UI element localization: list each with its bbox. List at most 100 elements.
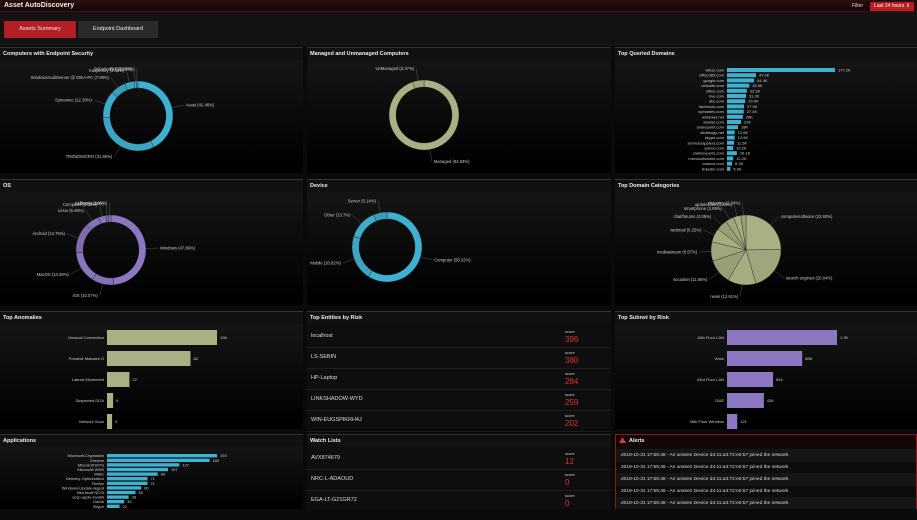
app-title: Asset AutoDiscovery	[4, 2, 75, 9]
panel-title: Watch Lists	[307, 435, 611, 447]
slice-label: news (12.61%)	[710, 294, 739, 299]
bar-chart: Unusual Connection 108 Possible Malware D 8…	[68, 330, 227, 429]
leader-line	[429, 149, 433, 162]
pie-slice	[92, 273, 115, 286]
tab-endpoint-dashboard[interactable]: Endpoint Dashboard	[78, 21, 158, 38]
bar	[727, 94, 747, 98]
slice-label: Windows (47.66%)	[160, 246, 196, 251]
bar	[727, 114, 743, 119]
value-label: 180	[213, 458, 220, 463]
slice-label: Symantec (12.39%)	[55, 97, 92, 102]
category-label: Possible Malware D	[69, 356, 104, 361]
leader-line	[415, 68, 419, 81]
value-label: 22	[132, 377, 137, 382]
value-label: 5	[115, 419, 118, 424]
panel-title: OS	[0, 180, 303, 192]
panel-alerts: Alerts 2019-10-31 17:55:46 - An unseen D…	[615, 434, 917, 510]
bar	[727, 151, 737, 156]
panel-domain-categories: Top Domain Categories computersoftware (…	[615, 179, 917, 305]
pie-slice	[745, 214, 782, 251]
score-value: 0	[565, 499, 570, 508]
donut-chart: Avast (42.46%) TRENDMICRO (31.86%) Symante…	[31, 67, 215, 160]
donut-chart: Computer (58.32%) Mobile (20.82%) Other (1…	[310, 198, 471, 283]
leader-line	[770, 216, 780, 226]
bar	[727, 156, 734, 161]
panel-subnet: Top Subnet by Risk 16th Floor LAN 1.3K Voi…	[615, 311, 917, 429]
panel-title: Alerts	[616, 435, 916, 447]
bar	[727, 351, 803, 366]
category-label: Lateral Movement	[72, 377, 105, 382]
bar	[727, 393, 764, 408]
leader-line	[377, 200, 381, 213]
entity-name: LINKSHADOW-WYD	[311, 396, 363, 402]
donut-chart: Windows (47.66%) iOS (10.07%) MacOS (14.38…	[32, 201, 196, 299]
donut-chart: Managed (94.63%) UnManaged (5.37%)	[375, 66, 470, 164]
entity-name: HP-Laptop	[311, 375, 338, 381]
watch-row[interactable]: NRC-L-ADAOUD score 0	[307, 470, 611, 491]
entity-row[interactable]: localhost score 396	[307, 327, 611, 348]
bar	[727, 120, 742, 124]
slice-label: webmail (6.25%)	[670, 228, 702, 233]
score-value: 0	[565, 478, 570, 487]
pie-slice	[368, 211, 423, 283]
score-value: 12	[565, 457, 574, 466]
score-value: 202	[565, 419, 579, 428]
panel-watch-lists: Watch Lists AVX874679 score 12 NRC-L-ADAOU…	[307, 434, 611, 512]
score-value: 396	[565, 335, 579, 344]
bar	[107, 500, 125, 504]
leader-line	[85, 210, 93, 221]
tab-assets-summary[interactable]: Assets Summary	[4, 21, 76, 38]
bar	[727, 135, 735, 140]
panel-applications: Applications Microsoft-Cryptoskin 193 Chro…	[0, 434, 303, 509]
score-label: score	[565, 472, 575, 477]
bar	[107, 351, 191, 366]
bar	[727, 104, 745, 109]
leader-line	[98, 204, 103, 217]
leader-line	[126, 70, 130, 83]
entity-row[interactable]: LINKSHADOW-WYD score 259	[307, 390, 611, 411]
bar-chart: wlbsz.com 177.2Koffice365.com 47.6Kgoogle.…	[688, 68, 851, 172]
score-label: score	[565, 413, 575, 418]
entity-row[interactable]: WIN-EUGSPIKRH4J score 202	[307, 411, 611, 432]
slice-label: UnManaged (5.37%)	[375, 66, 414, 71]
bar	[727, 146, 734, 150]
leader-line	[774, 270, 784, 278]
slice-label: Android (13.75%)	[32, 231, 65, 236]
bar	[727, 73, 757, 78]
value-label: 6	[116, 398, 119, 403]
panel-anomalies: Top Anomalies Unusual Connection 108 Possi…	[0, 311, 303, 429]
bar	[107, 504, 120, 508]
value-label: 60	[144, 485, 149, 490]
leader-line	[733, 204, 738, 217]
panel-top-domains: Top Queried Domains wlbsz.com 177.2K offic…	[615, 47, 917, 173]
slice-label: WindowsAuditServer @ IDEA-PC (7.08%)	[31, 75, 110, 80]
value-label: 82	[194, 356, 199, 361]
panel-title: Top Entities by Risk	[307, 312, 611, 324]
entity-row[interactable]: HP-Laptop score 284	[307, 369, 611, 390]
leader-line	[420, 256, 433, 261]
value-label: 127	[182, 462, 189, 467]
slice-label: mediastream (8.57%)	[657, 250, 698, 255]
slice-label: Computer (58.32%)	[434, 258, 471, 263]
value-label: 30	[127, 499, 132, 504]
value-label: 71	[150, 481, 155, 486]
entity-row[interactable]: LS-SEBIN score 380	[307, 348, 611, 369]
bar	[727, 109, 744, 114]
score-label: score	[565, 371, 575, 376]
bar	[107, 463, 180, 467]
panel-title: Top Domain Categories	[615, 180, 917, 192]
watch-name: NRC-L-ADAOUD	[311, 476, 354, 482]
slice-label: Mobile (20.82%)	[310, 261, 341, 266]
bar	[107, 414, 113, 429]
pie-slice	[388, 79, 460, 151]
value-label: 121	[740, 419, 747, 424]
time-range-select[interactable]: Last 24 hours ⇕	[870, 2, 914, 11]
category-label: 36th Floor Wireless	[690, 419, 724, 424]
score-value: 259	[565, 398, 579, 407]
bar	[727, 88, 747, 93]
category-label: Suspected DGA	[75, 398, 104, 403]
value-label: 50	[138, 490, 143, 495]
watch-row[interactable]: AVX874679 score 12	[307, 449, 611, 470]
slice-label: MacOS (14.38%)	[37, 272, 70, 277]
pie-chart: computersoftware (23.93%) search engines …	[657, 201, 833, 300]
